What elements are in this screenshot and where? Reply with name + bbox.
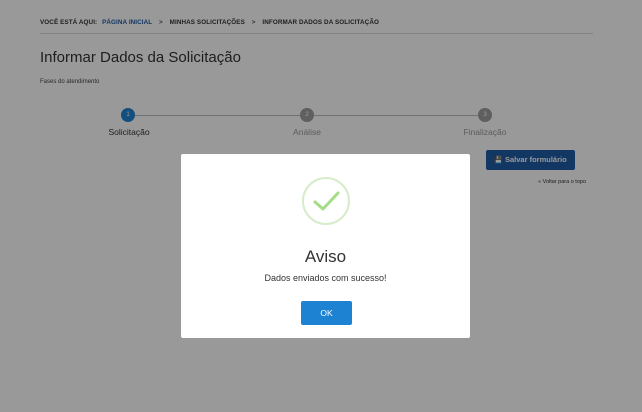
dialog-message: Dados enviados com sucesso! (264, 273, 387, 283)
dialog-title: Aviso (304, 247, 347, 266)
checkmark-circle-icon (302, 177, 350, 225)
success-dialog: Aviso Dados enviados com sucesso! OK (181, 154, 470, 338)
ok-button[interactable]: OK (301, 301, 352, 325)
